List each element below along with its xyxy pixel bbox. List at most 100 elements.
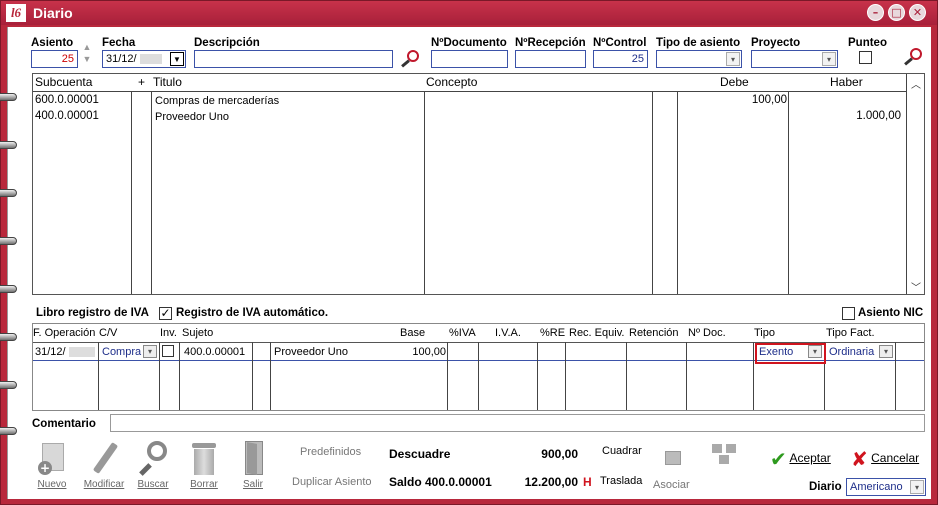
binder-ring-icon (0, 189, 17, 197)
iva-col-tipo: Tipo (754, 327, 775, 339)
modificar-label: Modificar (83, 479, 125, 490)
salir-label: Salir (242, 479, 263, 490)
iva-col-iva: I.V.A. (495, 327, 521, 339)
title-bar: l6 Diario – □ ✕ (1, 1, 937, 25)
binder-ring-icon (0, 93, 17, 101)
chevron-down-icon[interactable]: ▾ (143, 345, 157, 358)
network-button[interactable] (708, 440, 742, 470)
chevron-down-icon[interactable]: ▾ (879, 345, 893, 358)
iva-row-cv[interactable]: Compra (102, 346, 141, 358)
window-title: Diario (33, 5, 73, 21)
redacted-year (139, 54, 162, 65)
new-document-icon: + (36, 441, 68, 475)
chevron-down-icon[interactable]: ▾ (822, 52, 836, 66)
ncontrol-field[interactable]: 25 (593, 50, 648, 68)
minimize-button[interactable]: – (867, 4, 884, 21)
printer-button[interactable] (658, 447, 688, 473)
iva-f-operacion-value: 31/12/ (35, 346, 66, 358)
asiento-stepper[interactable]: ▲ ▼ (81, 41, 93, 67)
proyecto-label: Proyecto (751, 37, 801, 49)
row-2-subcuenta[interactable]: 400.0.00001 (35, 110, 99, 122)
tipo-asiento-select[interactable]: ▾ (656, 50, 742, 68)
iva-section-title: Libro registro de IVA (36, 307, 149, 319)
aceptar-button[interactable]: ✔ Aceptar (770, 447, 831, 471)
fecha-label: Fecha (102, 37, 136, 49)
iva-col-pct-re: %RE (540, 327, 566, 339)
comentario-field[interactable] (110, 414, 925, 432)
search-icon (137, 441, 169, 476)
iva-inv-checkbox[interactable] (162, 345, 174, 357)
row-1-subcuenta[interactable]: 600.0.00001 (35, 94, 99, 106)
iva-auto-checkbox[interactable]: ✓ (159, 307, 172, 320)
saldo-value: 12.200,00 (524, 475, 578, 489)
iva-col-rec-equiv: Rec. Equiv. (569, 327, 625, 339)
printer-icon (663, 447, 683, 469)
predefinidos-button[interactable]: Predefinidos (300, 446, 361, 458)
iva-col-pct-iva: %IVA (449, 327, 476, 339)
proyecto-select[interactable]: ▾ (751, 50, 838, 68)
row-2-haber[interactable]: 1.000,00 (856, 110, 901, 122)
maximize-button[interactable]: □ (888, 4, 905, 21)
chevron-down-icon[interactable]: ▾ (910, 480, 924, 494)
saldo-side: H (583, 475, 592, 489)
duplicar-asiento-button[interactable]: Duplicar Asiento (292, 476, 372, 488)
asiento-field[interactable]: 25 (31, 50, 78, 68)
col-header-concepto: Concepto (426, 75, 478, 89)
cancelar-button[interactable]: ✘ Cancelar (851, 447, 919, 471)
punteo-label: Punteo (848, 37, 887, 49)
borrar-label: Borrar (190, 479, 218, 490)
asiento-nic-label: Asiento NIC (858, 307, 924, 319)
iva-col-f-operacion: F. Operación (33, 327, 96, 339)
iva-row-sujeto-code[interactable]: 400.0.00001 (184, 346, 245, 358)
row-2-titulo[interactable]: Proveedor Uno (155, 111, 229, 123)
punteo-checkbox[interactable] (859, 51, 872, 64)
ndocumento-field[interactable] (431, 50, 508, 68)
row-1-titulo[interactable]: Compras de mercaderías (155, 95, 279, 107)
borrar-button[interactable]: Borrar (184, 441, 224, 490)
header-search-icon[interactable] (902, 46, 924, 66)
iva-row-base[interactable]: 100,00 (412, 346, 446, 358)
traslada-button[interactable]: Traslada (600, 475, 642, 487)
diario-select[interactable]: Americano ▾ (846, 478, 926, 496)
descripcion-label: Descripción (194, 37, 260, 49)
diario-label: Diario (809, 481, 842, 493)
fecha-field[interactable]: 31/12/ ▼ (102, 50, 186, 68)
entries-grid: Subcuenta + Titulo Concepto Debe Haber 6… (32, 73, 925, 295)
iva-row-sujeto-name[interactable]: Proveedor Uno (274, 346, 348, 358)
scroll-up-icon[interactable]: ︿ (908, 76, 924, 91)
modificar-button[interactable]: Modificar (81, 441, 127, 490)
asociar-button[interactable]: Asociar (653, 479, 690, 491)
fecha-value: 31/12/ (106, 53, 137, 65)
binder-ring-icon (0, 141, 17, 149)
col-header-subcuenta: Subcuenta (35, 75, 93, 89)
col-header-debe: Debe (720, 75, 749, 89)
nrecepcion-field[interactable] (515, 50, 586, 68)
ncontrol-label: NºControl (593, 37, 647, 49)
iva-col-sujeto: Sujeto (182, 327, 214, 339)
comentario-label: Comentario (32, 418, 96, 430)
nuevo-button[interactable]: + Nuevo (32, 441, 72, 490)
descripcion-search-icon[interactable] (399, 48, 421, 68)
iva-row-tipo[interactable]: Exento (759, 346, 793, 358)
iva-col-retencion: Retención (629, 327, 679, 339)
chevron-down-icon[interactable]: ▾ (726, 52, 740, 66)
scroll-down-icon[interactable]: ﹀ (908, 279, 924, 294)
close-button[interactable]: ✕ (909, 4, 926, 21)
row-1-debe[interactable]: 100,00 (752, 94, 787, 106)
iva-col-tipo-fact: Tipo Fact. (826, 327, 875, 339)
iva-row-tipo-fact[interactable]: Ordinaria (829, 346, 874, 358)
descripcion-field[interactable] (194, 50, 393, 68)
checkmark-icon: ✔ (770, 447, 787, 471)
buscar-button[interactable]: Buscar (133, 441, 173, 490)
calendar-dropdown-icon[interactable]: ▼ (170, 52, 184, 66)
cuadrar-button[interactable]: Cuadrar (602, 445, 642, 457)
salir-button[interactable]: Salir (233, 441, 273, 490)
exit-door-icon (237, 441, 269, 475)
col-header-plus: + (138, 75, 146, 89)
iva-row-f-operacion[interactable]: 31/12/ (35, 346, 95, 358)
aceptar-label: Aceptar (789, 451, 831, 466)
asiento-nic-checkbox[interactable] (842, 307, 855, 320)
col-header-titulo: Titulo (153, 75, 182, 89)
chevron-down-icon[interactable]: ▾ (808, 345, 822, 358)
diario-window: l6 Diario – □ ✕ Asiento 25 ▲ ▼ Fecha 31/1… (0, 0, 938, 505)
